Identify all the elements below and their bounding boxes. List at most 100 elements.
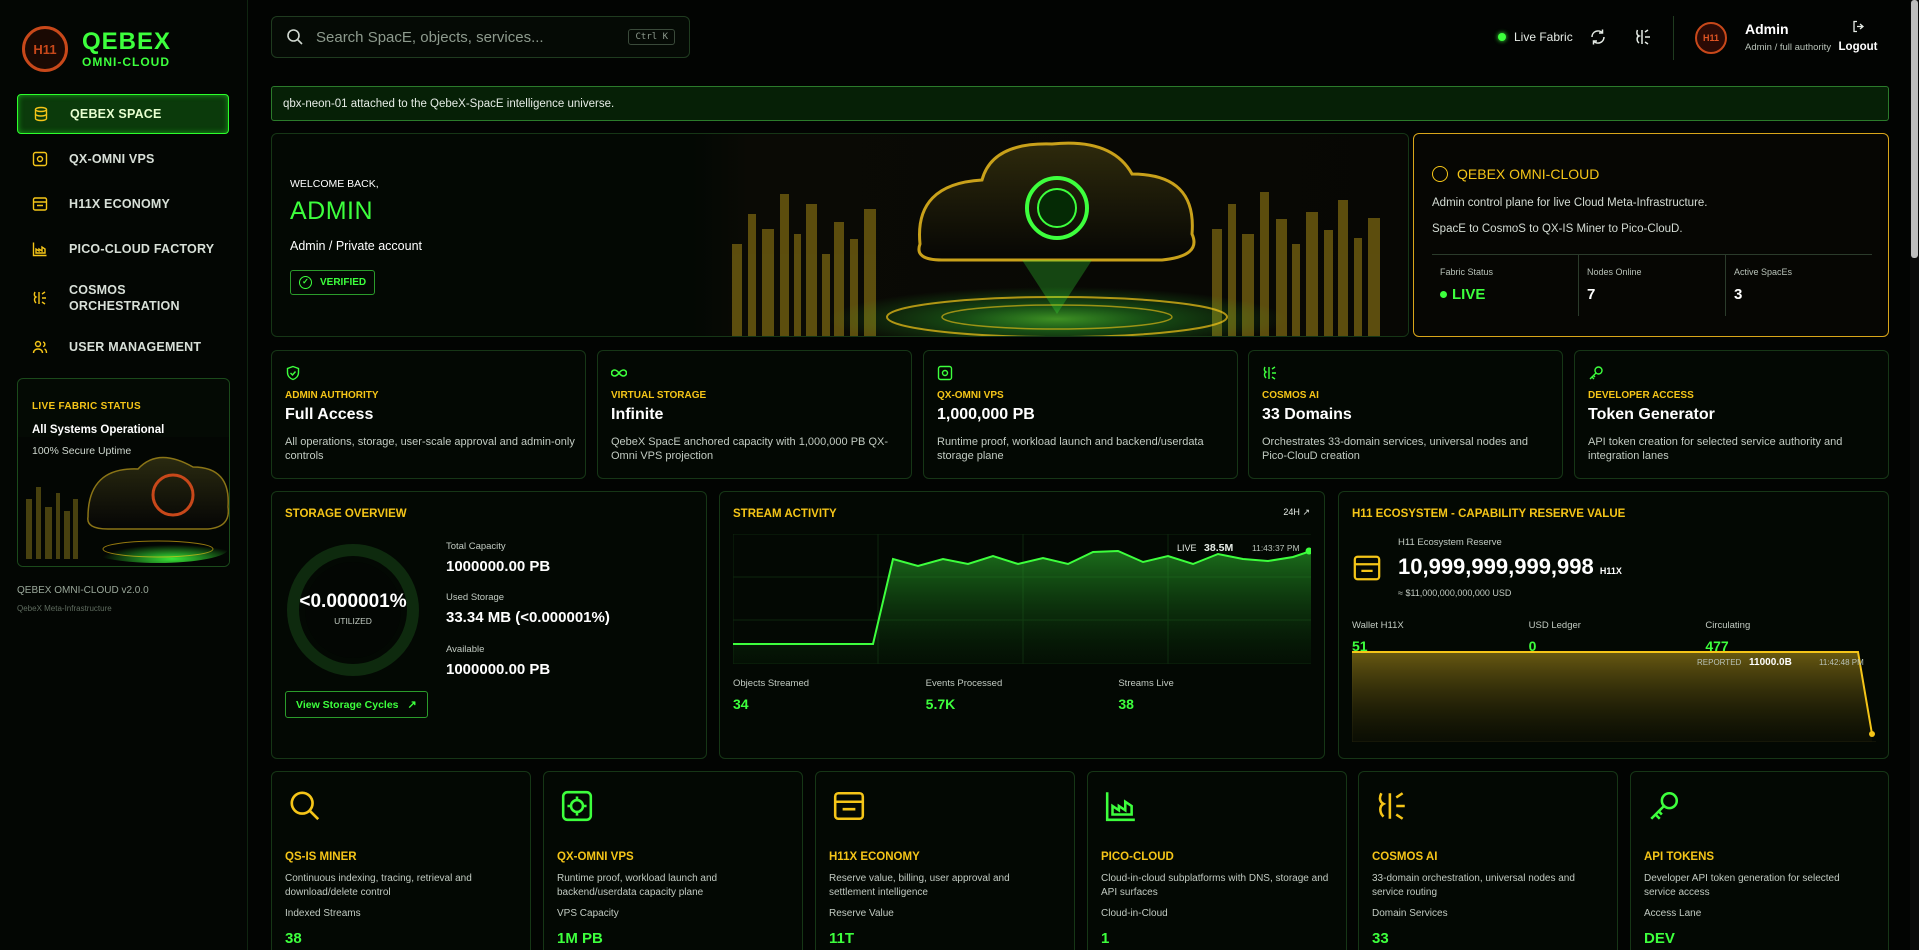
module-card-pico-cloud[interactable]: PICO-CLOUD Cloud-in-cloud subplatforms w… <box>1087 771 1347 950</box>
arrow-up-right-icon: ↗ <box>1302 507 1310 517</box>
brain-icon <box>1370 784 1414 828</box>
server-gear-icon <box>555 784 599 828</box>
sidebar-item-h11x-economy[interactable]: H11X ECONOMY <box>17 184 229 224</box>
live-status-dot <box>1440 291 1447 298</box>
status-card-uptime: 100% Secure Uptime <box>32 445 132 457</box>
stat-value: 7 <box>1587 286 1596 303</box>
sidebar-item-user-management[interactable]: USER MANAGEMENT <box>17 327 229 367</box>
omni-card-title: QEBEX OMNI-CLOUD <box>1457 166 1600 182</box>
topbar: Search SpacE, objects, services... Ctrl … <box>248 0 1919 76</box>
refresh-icon[interactable] <box>1587 26 1609 48</box>
module-card-h11x-economy[interactable]: H11X ECONOMY Reserve value, billing, use… <box>815 771 1075 950</box>
module-card-api-tokens[interactable]: API TOKENS Developer API token generatio… <box>1630 771 1889 950</box>
feature-value: 33 Domains <box>1262 406 1352 423</box>
module-desc: Developer API token generation for selec… <box>1644 873 1840 898</box>
welcome-hero: WELCOME BACK, ADMIN Admin / Private acco… <box>271 133 1409 337</box>
feature-card-admin-authority[interactable]: ADMIN AUTHORITY Full Access All operatio… <box>271 350 586 479</box>
logout-icon <box>1838 20 1878 36</box>
reported-time: 11:42:48 PM <box>1819 658 1864 667</box>
sidebar-item-cosmos-orchestration[interactable]: COSMOS ORCHESTRATION <box>17 274 229 322</box>
avatar[interactable]: H11 <box>1695 22 1727 54</box>
feature-label: ADMIN AUTHORITY <box>285 390 379 401</box>
stat-wallet-h11x: Wallet H11X 51 <box>1352 620 1529 654</box>
omni-card-stats: Fabric Status LIVE Nodes Online 7 Active… <box>1432 254 1872 316</box>
fabric-status-value: LIVE <box>1452 286 1486 303</box>
module-desc: Continuous indexing, tracing, retrieval … <box>285 873 472 898</box>
brand-logo[interactable]: H11 QEBEX OMNI-CLOUD <box>22 26 171 72</box>
user-name: Admin <box>1745 21 1789 37</box>
verified-label: VERIFIED <box>320 277 367 288</box>
range-selector[interactable]: 24H ↗ <box>1283 507 1310 518</box>
reserve-amount: 10,999,999,999,998 <box>1398 554 1594 579</box>
stream-activity-panel: STREAM ACTIVITY 24H ↗ LIVE 38.5M 11:43:3… <box>719 491 1325 759</box>
sidebar: H11 QEBEX OMNI-CLOUD QEBEX SPACE QX-OMNI… <box>0 0 248 950</box>
h11-ecosystem-panel: H11 ECOSYSTEM - CAPABILITY RESERVE VALUE… <box>1338 491 1889 759</box>
factory-icon <box>1099 784 1143 828</box>
module-card-qs-is-miner[interactable]: QS-IS MINER Continuous indexing, tracing… <box>271 771 531 950</box>
live-time: 11:43:37 PM <box>1252 543 1300 553</box>
module-metric-label: Cloud-in-Cloud <box>1101 908 1168 919</box>
stat-label: Streams Live <box>1118 678 1174 689</box>
feature-desc: Orchestrates 33-domain services, univers… <box>1262 436 1528 462</box>
avatar-glyph: H11 <box>1702 33 1719 43</box>
feature-card-qx-omni-vps[interactable]: QX-OMNI VPS 1,000,000 PB Runtime proof, … <box>923 350 1238 479</box>
module-metric-label: Indexed Streams <box>285 908 361 919</box>
search-shortcut-hint: Ctrl K <box>628 29 675 45</box>
stat-value: LIVE <box>1440 286 1578 303</box>
stat-label: Available <box>446 644 485 655</box>
sidebar-item-pico-cloud-factory[interactable]: PICO-CLOUD FACTORY <box>17 229 229 269</box>
module-desc: Reserve value, billing, user approval an… <box>829 873 1010 898</box>
server-gear-icon <box>31 150 49 168</box>
brain-icon <box>31 289 49 307</box>
sidebar-item-label: PICO-CLOUD FACTORY <box>69 242 215 256</box>
logout-label: Logout <box>1838 41 1878 53</box>
stat-label: Nodes Online <box>1587 267 1642 277</box>
panel-title: STREAM ACTIVITY <box>733 508 837 520</box>
view-storage-cycles-button[interactable]: View Storage Cycles ↗ <box>285 691 428 718</box>
feature-desc: API token creation for selected service … <box>1588 436 1843 462</box>
sidebar-item-qebex-space[interactable]: QEBEX SPACE <box>17 94 229 134</box>
storage-donut: <0.000001% UTILIZED <box>284 541 422 679</box>
gear-icon <box>1432 166 1448 182</box>
logout-button[interactable]: Logout <box>1838 20 1878 53</box>
module-metric-label: Access Lane <box>1644 908 1702 919</box>
module-card-qx-omni-vps[interactable]: QX-OMNI VPS Runtime proof, workload laun… <box>543 771 803 950</box>
brain-icon[interactable] <box>1632 26 1654 48</box>
version-label: QEBEX OMNI-CLOUD v2.0.0 <box>17 585 149 596</box>
feature-card-virtual-storage[interactable]: VIRTUAL STORAGE Infinite QebeX SpacE anc… <box>597 350 912 479</box>
module-metric-label: VPS Capacity <box>557 908 619 919</box>
module-metric-value: DEV <box>1644 930 1675 947</box>
feature-card-developer-access[interactable]: DEVELOPER ACCESS Token Generator API tok… <box>1574 350 1889 479</box>
module-card-cosmos-ai[interactable]: COSMOS AI 33-domain orchestration, unive… <box>1358 771 1618 950</box>
stat-label: Circulating <box>1705 620 1751 631</box>
feature-card-cosmos-ai[interactable]: COSMOS AI 33 Domains Orchestrates 33-dom… <box>1248 350 1563 479</box>
sidebar-item-qx-omni-vps[interactable]: QX-OMNI VPS <box>17 139 229 179</box>
module-desc: Cloud-in-cloud subplatforms with DNS, st… <box>1101 873 1329 898</box>
feature-label: DEVELOPER ACCESS <box>1588 390 1694 401</box>
app-root: H11 QEBEX OMNI-CLOUD QEBEX SPACE QX-OMNI… <box>0 0 1919 950</box>
feature-desc: All operations, storage, user-scale appr… <box>285 436 575 462</box>
module-desc: Runtime proof, workload launch and backe… <box>557 873 718 898</box>
total-capacity: Total Capacity 1000000.00 PB <box>446 541 550 575</box>
live-status-dot <box>1498 33 1506 41</box>
stat-value: 5.7K <box>925 696 956 712</box>
cloud-city-illustration <box>692 134 1408 336</box>
account-type: Admin / Private account <box>290 239 423 253</box>
utilized-label: UTILIZED <box>334 616 372 626</box>
scrollbar[interactable] <box>1910 0 1919 950</box>
live-fabric-indicator[interactable]: Live Fabric <box>1498 30 1573 44</box>
omni-card-line1: Admin control plane for live Cloud Meta-… <box>1432 197 1708 209</box>
brand-subtitle: OMNI-CLOUD <box>82 55 170 69</box>
scrollbar-thumb[interactable] <box>1911 0 1918 258</box>
module-metric-label: Reserve Value <box>829 908 894 919</box>
sidebar-item-label: QX-OMNI VPS <box>69 152 155 166</box>
stat-value: 34 <box>733 696 749 712</box>
search-input[interactable]: Search SpacE, objects, services... Ctrl … <box>271 16 690 58</box>
version-sublabel: QebeX Meta-Infrastructure <box>17 604 112 613</box>
stat-value: 477 <box>1705 638 1729 654</box>
module-title: API TOKENS <box>1644 851 1715 863</box>
h11-wallet-stats: Wallet H11X 51 USD Ledger 0 Circulating 477 <box>1352 620 1882 654</box>
live-label: LIVE <box>1177 543 1197 553</box>
stat-value: 3 <box>1734 286 1743 303</box>
stat-label: Total Capacity <box>446 541 506 552</box>
